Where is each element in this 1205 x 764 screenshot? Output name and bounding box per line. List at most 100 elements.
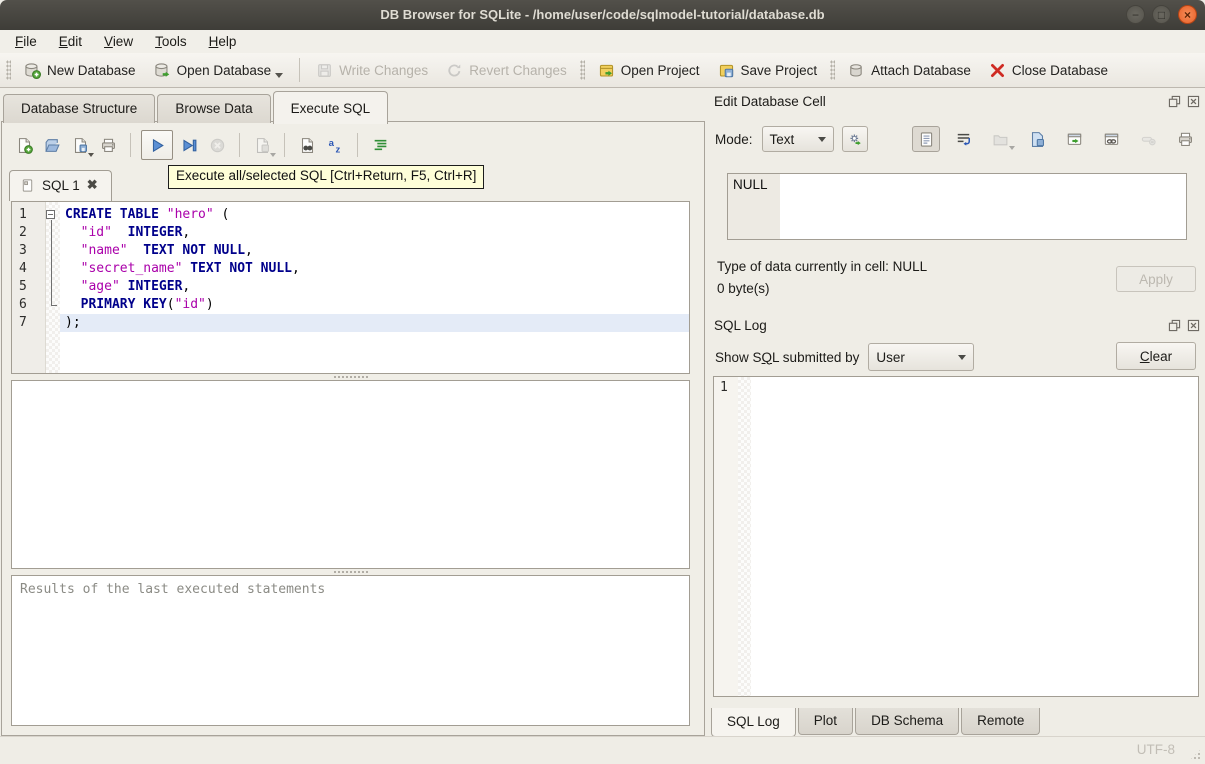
- fold-collapse-icon[interactable]: [46, 210, 55, 219]
- case-az-button[interactable]: az: [321, 131, 349, 159]
- fold-margin: [45, 296, 60, 314]
- sql-tab-label: SQL 1: [42, 177, 80, 193]
- cell-mode-row: Mode: Text: [715, 125, 1199, 153]
- new-database-button[interactable]: New Database: [15, 57, 145, 84]
- line-number: 3: [19, 243, 27, 258]
- sql-log-title: SQL Log: [714, 317, 767, 333]
- print-cell-button[interactable]: [1171, 126, 1199, 152]
- resize-grip[interactable]: [1189, 748, 1202, 761]
- minimize-button[interactable]: −: [1126, 5, 1145, 24]
- toolbar-drag-handle[interactable]: [579, 60, 585, 80]
- save-sql-file-button[interactable]: [66, 131, 94, 159]
- execute-sql-button[interactable]: [141, 130, 173, 160]
- toolbar-button-label: Open Project: [620, 62, 700, 78]
- word-wrap-toggle[interactable]: [949, 126, 977, 152]
- tab-database-structure[interactable]: Database Structure: [3, 94, 156, 123]
- tab-db-schema[interactable]: DB Schema: [855, 708, 960, 735]
- titlebar[interactable]: DB Browser for SQLite - /home/user/code/…: [0, 0, 1205, 31]
- save-project-button[interactable]: Save Project: [709, 57, 827, 84]
- clear-log-button[interactable]: Clear: [1116, 342, 1196, 370]
- execute-current-line-button[interactable]: [175, 131, 203, 159]
- format-sql-button[interactable]: [366, 131, 394, 159]
- results-pane[interactable]: Results of the last executed statements: [11, 575, 690, 726]
- close-dock-icon[interactable]: [1186, 94, 1201, 109]
- text-mode-toggle[interactable]: [912, 126, 940, 152]
- apply-button[interactable]: Apply: [1116, 266, 1196, 292]
- code-line: 5 "age" INTEGER,: [12, 278, 689, 296]
- fold-margin: [45, 242, 60, 260]
- mode-select[interactable]: Text: [761, 126, 835, 152]
- open-sql-file-button[interactable]: [38, 131, 66, 159]
- editor-secondary-pane[interactable]: [11, 380, 690, 569]
- tab-sql-log[interactable]: SQL Log: [711, 708, 796, 737]
- chevron-down-icon: [1009, 146, 1015, 150]
- import-data-button[interactable]: [986, 126, 1015, 152]
- tab-browse-data[interactable]: Browse Data: [157, 94, 271, 123]
- menu-help[interactable]: Help: [198, 31, 248, 52]
- menu-edit[interactable]: Edit: [48, 31, 93, 52]
- mode-label: Mode:: [715, 131, 753, 147]
- stop-execution-button[interactable]: [203, 131, 231, 159]
- new-sql-tab-button[interactable]: [10, 131, 38, 159]
- close-database-button[interactable]: Close Database: [980, 57, 1117, 84]
- main-toolbar: New Database Open Database Write Changes Re…: [0, 53, 1205, 88]
- editor-lines: 1 CREATE TABLE "hero" (2 "id" INTEGER, 3 "…: [12, 206, 689, 332]
- toolbar-button-label: Revert Changes: [469, 62, 567, 78]
- line-number: 4: [19, 261, 27, 276]
- cell-editor-toolbar: [912, 126, 1199, 152]
- save-results-button[interactable]: [248, 131, 276, 159]
- float-dock-icon[interactable]: [1167, 94, 1182, 109]
- open-project-button[interactable]: Open Project: [589, 57, 709, 84]
- toolbar-button-label: Attach Database: [871, 62, 971, 78]
- sql-tab-1[interactable]: SQL 1 ✖: [9, 170, 112, 201]
- cell-size-text: 0 byte(s): [717, 281, 770, 296]
- print-sql-button[interactable]: [94, 131, 122, 159]
- copy-link-icon: [1103, 131, 1120, 148]
- tab-remote[interactable]: Remote: [961, 708, 1041, 735]
- menu-view[interactable]: View: [93, 31, 144, 52]
- case-az-icon: az: [327, 137, 344, 154]
- auto-switch-mode-button[interactable]: [842, 126, 868, 152]
- execute-sql-tooltip: Execute all/selected SQL [Ctrl+Return, F…: [168, 165, 485, 189]
- chevron-down-icon: [958, 354, 967, 360]
- line-number: 5: [19, 279, 27, 294]
- set-null-button[interactable]: [1134, 126, 1162, 152]
- toolbar-drag-handle[interactable]: [830, 60, 836, 80]
- toolbar-button-label: Save Project: [740, 62, 818, 78]
- find-replace-button[interactable]: [293, 131, 321, 159]
- window-title: DB Browser for SQLite - /home/user/code/…: [380, 7, 825, 22]
- fold-margin[interactable]: [45, 206, 60, 224]
- maximize-button[interactable]: □: [1152, 5, 1171, 24]
- code-text: );: [60, 314, 689, 332]
- menu-file[interactable]: File: [4, 31, 48, 52]
- log-gutter: [714, 377, 738, 696]
- log-fold-margin: [738, 377, 751, 696]
- close-tab-icon[interactable]: ✖: [87, 177, 98, 193]
- write-changes-button[interactable]: Write Changes: [307, 57, 437, 84]
- chevron-down-icon: [818, 136, 827, 142]
- new-sql-tab-icon: [16, 137, 33, 154]
- close-dock-icon[interactable]: [1186, 318, 1201, 333]
- menu-tools[interactable]: Tools: [144, 31, 198, 52]
- copy-link-button[interactable]: [1097, 126, 1125, 152]
- cell-value-editor[interactable]: NULL: [727, 173, 1187, 240]
- close-button[interactable]: ×: [1178, 5, 1197, 24]
- attach-database-button[interactable]: Attach Database: [839, 57, 980, 84]
- export-data-button[interactable]: [1023, 126, 1051, 152]
- tab-execute-sql[interactable]: Execute SQL: [272, 91, 389, 124]
- toolbar-button-label: New Database: [47, 62, 136, 78]
- fold-line: [51, 242, 52, 260]
- svg-text:a: a: [328, 138, 334, 149]
- code-line: 6 PRIMARY KEY("id"): [12, 296, 689, 314]
- float-dock-icon[interactable]: [1167, 318, 1182, 333]
- toolbar-drag-handle[interactable]: [6, 60, 11, 80]
- log-filter-select[interactable]: User: [868, 343, 975, 371]
- tab-plot[interactable]: Plot: [797, 708, 854, 735]
- open-database-button[interactable]: Open Database: [145, 57, 293, 84]
- word-wrap-icon: [955, 131, 972, 148]
- sql-editor[interactable]: 1 CREATE TABLE "hero" (2 "id" INTEGER, 3 "…: [11, 201, 690, 374]
- revert-changes-button[interactable]: Revert Changes: [437, 57, 576, 84]
- sql-log-view[interactable]: 1: [713, 376, 1199, 697]
- open-in-external-button[interactable]: [1060, 126, 1088, 152]
- line-number: 1: [19, 207, 27, 222]
